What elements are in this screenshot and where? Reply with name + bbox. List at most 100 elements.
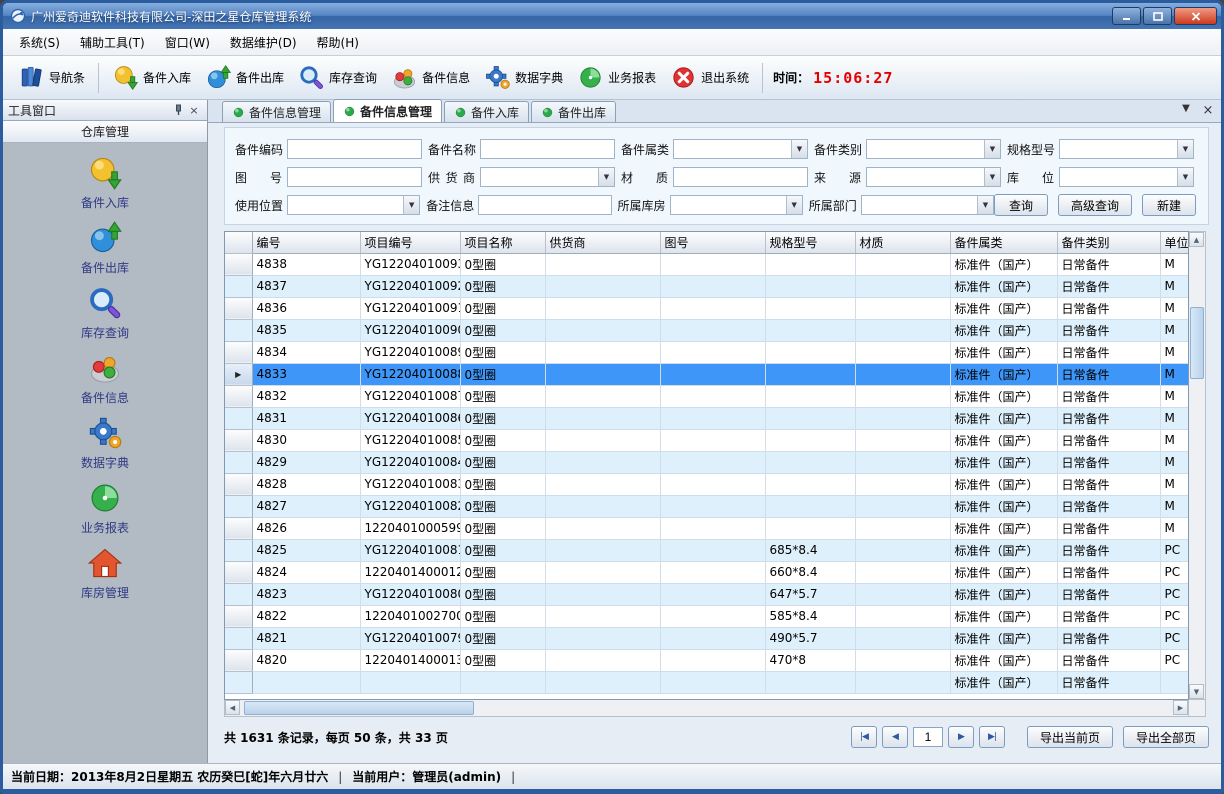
pin-icon[interactable] — [170, 103, 186, 118]
export-all-pages-button[interactable]: 导出全部页 — [1123, 726, 1209, 748]
table-row[interactable]: 482612204010005990型圈标准件（国产）日常备件M — [225, 517, 1189, 539]
row-header[interactable] — [225, 583, 252, 605]
column-header[interactable]: 项目编号 — [360, 232, 460, 253]
query-button[interactable]: 查询 — [994, 194, 1048, 216]
sidebar-item-parts-out[interactable]: 备件出库 — [45, 220, 165, 276]
sidebar-group-header[interactable]: 仓库管理 — [3, 121, 207, 143]
toolbar-button-exit[interactable]: 退出系统 — [663, 60, 756, 95]
search-dropdown[interactable]: ▼ — [866, 139, 1001, 159]
tab-list-dropdown-icon[interactable]: ▼ — [1179, 103, 1193, 118]
table-row[interactable]: 4829YG122040100840型圈标准件（国产）日常备件M — [225, 451, 1189, 473]
sidebar-item-stock-query[interactable]: 库存查询 — [45, 285, 165, 341]
toolbar-button-navbar[interactable]: 导航条 — [11, 60, 92, 95]
sidebar-item-house[interactable]: 库房管理 — [45, 545, 165, 601]
table-row[interactable]: 标准件（国产）日常备件 — [225, 671, 1189, 693]
table-row[interactable]: 4835YG122040100900型圈标准件（国产）日常备件M — [225, 319, 1189, 341]
table-row[interactable]: 4838YG122040100930型圈标准件（国产）日常备件M — [225, 253, 1189, 275]
search-dropdown[interactable]: ▼ — [1059, 167, 1194, 187]
prev-page-button[interactable]: ◀ — [882, 726, 908, 748]
row-header[interactable] — [225, 473, 252, 495]
tab-close-icon[interactable]: × — [1201, 103, 1215, 118]
first-page-button[interactable]: |◀ — [851, 726, 877, 748]
toolbar-button-stock-query[interactable]: 库存查询 — [291, 60, 384, 95]
table-row[interactable]: 482412204014000120型圈660*8.4标准件（国产）日常备件PC — [225, 561, 1189, 583]
row-header[interactable] — [225, 627, 252, 649]
page-number-input[interactable] — [913, 727, 943, 747]
table-row[interactable]: 4834YG122040100890型圈标准件（国产）日常备件M — [225, 341, 1189, 363]
search-dropdown[interactable]: ▼ — [287, 195, 420, 215]
minimize-button[interactable] — [1112, 7, 1141, 25]
search-dropdown[interactable]: ▼ — [866, 167, 1001, 187]
search-input[interactable] — [480, 139, 615, 159]
sidebar-item-parts-in[interactable]: 备件入库 — [45, 155, 165, 211]
search-input[interactable] — [478, 195, 611, 215]
sidebar-item-data-dict[interactable]: 数据字典 — [45, 415, 165, 471]
next-page-button[interactable]: ▶ — [948, 726, 974, 748]
search-dropdown[interactable]: ▼ — [1059, 139, 1194, 159]
scroll-up-icon[interactable]: ▲ — [1189, 232, 1204, 247]
column-header[interactable]: 编号 — [252, 232, 360, 253]
column-header[interactable]: 备件类别 — [1057, 232, 1160, 253]
advanced-query-button[interactable]: 高级查询 — [1058, 194, 1132, 216]
table-row[interactable]: 482212204010027000型圈585*8.4标准件（国产）日常备件PC — [225, 605, 1189, 627]
new-button[interactable]: 新建 — [1142, 194, 1196, 216]
row-header[interactable] — [225, 429, 252, 451]
column-header[interactable]: 规格型号 — [765, 232, 855, 253]
search-input[interactable] — [287, 167, 422, 187]
table-row[interactable]: 4837YG122040100920型圈标准件（国产）日常备件M — [225, 275, 1189, 297]
close-panel-icon[interactable]: × — [186, 103, 202, 118]
row-header[interactable] — [225, 649, 252, 671]
tab-2[interactable]: 备件入库 — [444, 101, 529, 122]
table-row[interactable]: 4821YG122040100790型圈490*5.7标准件（国产）日常备件PC — [225, 627, 1189, 649]
horizontal-scrollbar[interactable]: ◀ ▶ — [224, 700, 1189, 717]
table-row[interactable]: 4832YG122040100870型圈标准件（国产）日常备件M — [225, 385, 1189, 407]
table-row[interactable]: 4831YG122040100860型圈标准件（国产）日常备件M — [225, 407, 1189, 429]
column-header[interactable]: 供货商 — [545, 232, 660, 253]
toolbar-button-parts-in[interactable]: 备件入库 — [105, 60, 198, 95]
tab-3[interactable]: 备件出库 — [531, 101, 616, 122]
row-header[interactable] — [225, 671, 252, 693]
toolbar-button-parts-info[interactable]: 备件信息 — [384, 60, 477, 95]
search-dropdown[interactable]: ▼ — [480, 167, 615, 187]
close-button[interactable] — [1174, 7, 1217, 25]
row-header[interactable] — [225, 319, 252, 341]
table-row[interactable]: 4823YG122040100800型圈647*5.7标准件（国产）日常备件PC — [225, 583, 1189, 605]
row-header[interactable] — [225, 495, 252, 517]
menu-item[interactable]: 数据维护(D) — [220, 30, 307, 55]
menu-item[interactable]: 辅助工具(T) — [70, 30, 155, 55]
table-row[interactable]: 482012204014000130型圈470*8标准件（国产）日常备件PC — [225, 649, 1189, 671]
toolbar-button-parts-out[interactable]: 备件出库 — [198, 60, 291, 95]
search-dropdown[interactable]: ▼ — [670, 195, 803, 215]
menu-item[interactable]: 系统(S) — [9, 30, 70, 55]
hscroll-thumb[interactable] — [244, 701, 474, 715]
search-input[interactable] — [287, 139, 422, 159]
vscroll-thumb[interactable] — [1190, 307, 1204, 379]
table-row[interactable]: 4828YG122040100830型圈标准件（国产）日常备件M — [225, 473, 1189, 495]
sidebar-item-report[interactable]: 业务报表 — [45, 480, 165, 536]
export-current-page-button[interactable]: 导出当前页 — [1027, 726, 1113, 748]
row-header[interactable] — [225, 253, 252, 275]
row-header[interactable] — [225, 605, 252, 627]
row-header[interactable] — [225, 517, 252, 539]
row-header[interactable] — [225, 451, 252, 473]
search-dropdown[interactable]: ▼ — [861, 195, 994, 215]
table-row[interactable]: 4830YG122040100850型圈标准件（国产）日常备件M — [225, 429, 1189, 451]
search-dropdown[interactable]: ▼ — [673, 139, 808, 159]
scroll-down-icon[interactable]: ▼ — [1189, 684, 1204, 699]
vertical-scrollbar[interactable]: ▲ ▼ — [1189, 231, 1206, 700]
row-header[interactable] — [225, 539, 252, 561]
column-header[interactable]: 项目名称 — [460, 232, 545, 253]
table-row[interactable]: 4825YG122040100810型圈685*8.4标准件（国产）日常备件PC — [225, 539, 1189, 561]
table-row[interactable]: 4827YG122040100820型圈标准件（国产）日常备件M — [225, 495, 1189, 517]
row-header[interactable] — [225, 385, 252, 407]
column-header[interactable]: 备件属类 — [950, 232, 1057, 253]
search-input[interactable] — [673, 167, 808, 187]
last-page-button[interactable]: ▶| — [979, 726, 1005, 748]
row-header[interactable] — [225, 341, 252, 363]
column-header[interactable]: 单位 — [1160, 232, 1189, 253]
menu-item[interactable]: 帮助(H) — [307, 30, 369, 55]
row-header[interactable] — [225, 407, 252, 429]
tab-0[interactable]: 备件信息管理 — [222, 101, 331, 122]
toolbar-button-report[interactable]: 业务报表 — [570, 60, 663, 95]
row-header[interactable] — [225, 297, 252, 319]
